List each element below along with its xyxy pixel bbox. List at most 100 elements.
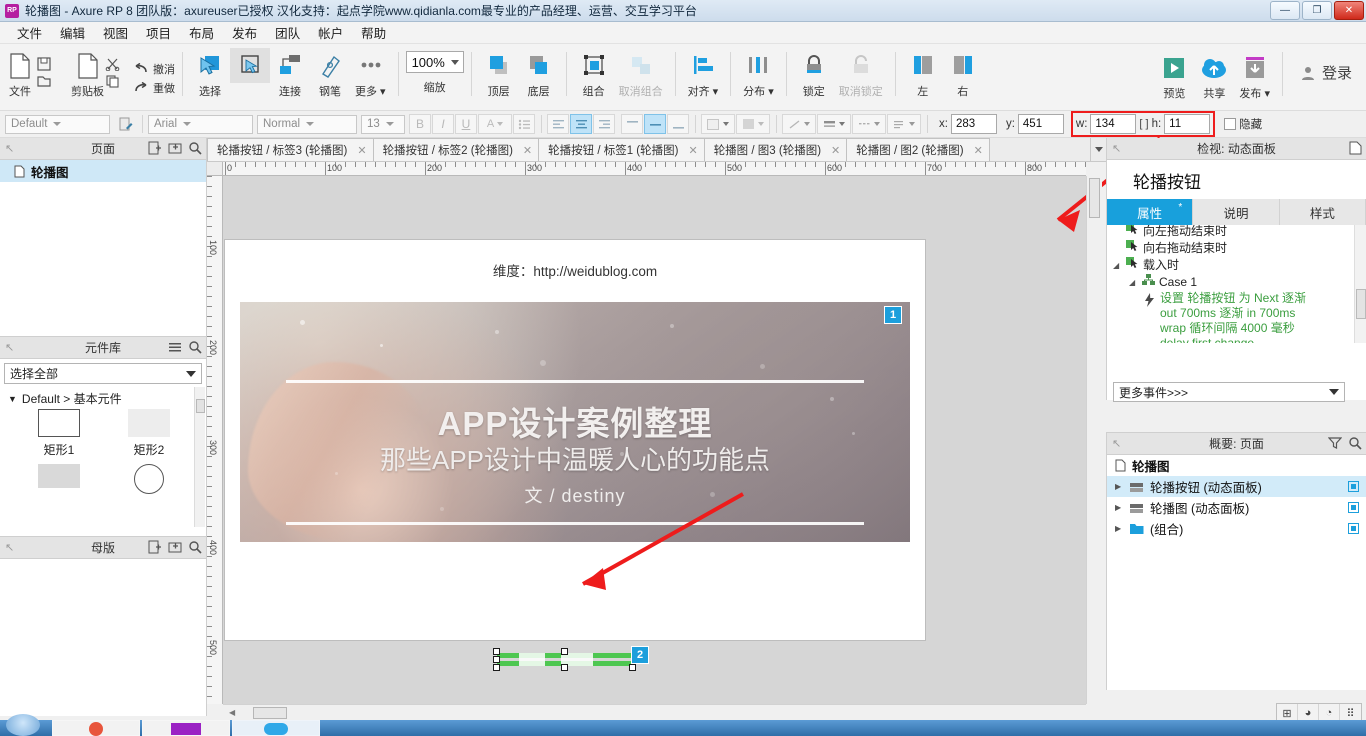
expander-icon[interactable]: ◢ [1129, 274, 1138, 291]
right-panel-toggle-button[interactable]: 右 [943, 48, 983, 99]
send-to-back-button[interactable]: 底层 [519, 48, 559, 99]
page-sheet[interactable]: 维度：http://weidublog.com APP设计案例整理 那些APP设… [225, 240, 925, 671]
event-row-0[interactable]: 向左拖动结束时 [1113, 225, 1366, 240]
connect-tool-button[interactable]: 连接 [270, 48, 310, 99]
inspector-scroll-thumb[interactable] [1355, 289, 1366, 319]
canvas-vertical-scrollbar[interactable] [1086, 176, 1102, 704]
event-row-1[interactable]: 向右拖动结束时 [1113, 240, 1366, 257]
resize-handle-s[interactable] [561, 664, 568, 671]
resize-handle-sw[interactable] [493, 664, 500, 671]
close-icon[interactable]: ✕ [688, 144, 697, 157]
menu-view[interactable]: 视图 [94, 21, 137, 44]
marquee-tool-button[interactable] [230, 48, 270, 83]
taskbar-item-3[interactable] [232, 720, 320, 736]
resize-handle-se[interactable] [629, 664, 636, 671]
carousel-dot-1[interactable] [519, 653, 545, 666]
add-page-icon[interactable] [148, 141, 162, 155]
align-right-button[interactable] [593, 114, 615, 134]
resize-handle-nw[interactable] [493, 648, 500, 655]
undo-button[interactable]: 撤消 [133, 61, 175, 77]
pen-tool-button[interactable]: 钢笔 [310, 48, 350, 99]
align-button[interactable]: 对齐 ▾ [683, 48, 724, 99]
fill-color-button[interactable] [701, 114, 735, 134]
distribute-button[interactable]: 分布 ▾ [738, 48, 779, 99]
font-color-button[interactable]: A [478, 114, 512, 134]
action-row-0[interactable]: 设置 轮播按钮 为 Next 逐渐 out 700ms 逐渐 in 700ms … [1113, 291, 1366, 343]
underline-button[interactable]: U [455, 114, 477, 134]
widget-item-circle[interactable] [104, 464, 194, 494]
widget-group-header[interactable]: ▼ Default > 基本元件 [0, 384, 206, 409]
tab-overflow-button[interactable] [1090, 138, 1106, 161]
menu-team[interactable]: 团队 [266, 21, 309, 44]
resize-handle-n[interactable] [561, 648, 568, 655]
widget-library-select[interactable]: 选择全部 [4, 363, 202, 384]
close-icon[interactable]: ✕ [974, 144, 983, 157]
more-tools-button[interactable]: 更多 ▾ [350, 48, 391, 99]
style-select[interactable]: Default [5, 114, 110, 134]
page-item-0[interactable]: 轮播图 [0, 160, 206, 182]
tab-0[interactable]: 轮播按钮 / 标签3 (轮播图) ✕ [207, 138, 374, 161]
widget-item-rect3[interactable] [14, 464, 104, 494]
carousel-button-widget[interactable]: 2 [493, 646, 649, 671]
collapse-arrow-icon[interactable]: ↖ [5, 142, 14, 155]
scroll-left-icon[interactable]: ◀ [229, 708, 235, 717]
case-row-0[interactable]: ◢ Case 1 [1113, 274, 1366, 291]
expander-icon[interactable]: ▶ [1115, 482, 1124, 491]
resize-handle-w[interactable] [493, 656, 500, 663]
maximize-button[interactable]: ❐ [1302, 1, 1332, 20]
group-button[interactable]: 组合 [574, 48, 614, 99]
expander-icon[interactable]: ◢ [1113, 257, 1122, 274]
align-left-button[interactable] [547, 114, 569, 134]
menu-help[interactable]: 帮助 [352, 21, 395, 44]
menu-account[interactable]: 帐户 [309, 21, 352, 44]
menu-edit[interactable]: 编辑 [51, 21, 94, 44]
collapse-arrow-icon[interactable]: ↖ [5, 341, 14, 354]
start-orb-icon[interactable] [6, 714, 40, 736]
filter-icon[interactable] [1328, 436, 1342, 450]
search-icon[interactable] [188, 141, 202, 155]
badge-slide-1[interactable]: 1 [884, 306, 902, 324]
close-icon[interactable]: ✕ [523, 144, 532, 157]
align-center-button[interactable] [570, 114, 592, 134]
close-icon[interactable]: ✕ [357, 144, 366, 157]
bullet-list-button[interactable] [513, 114, 535, 134]
outline-row-2[interactable]: ▶ (组合) [1107, 518, 1366, 539]
bold-button[interactable]: B [409, 114, 431, 134]
expander-icon[interactable]: ▶ [1115, 503, 1124, 512]
line-dash-button[interactable] [852, 114, 886, 134]
menu-layout[interactable]: 布局 [180, 21, 223, 44]
tab-4[interactable]: 轮播图 / 图2 (轮播图) ✕ [846, 138, 990, 161]
redo-button[interactable]: 重做 [133, 80, 175, 96]
file-tool-button[interactable]: 文件 [0, 48, 40, 99]
font-weight-select[interactable]: Normal [257, 114, 357, 134]
share-button[interactable]: 共享 [1194, 50, 1234, 101]
page-note-icon[interactable] [1349, 141, 1362, 155]
event-row-2[interactable]: ◢ 载入时 [1113, 257, 1366, 274]
menu-file[interactable]: 文件 [8, 21, 51, 44]
taskbar-item-1[interactable] [52, 720, 140, 736]
publish-button[interactable]: 发布 ▾ [1234, 50, 1275, 101]
login-button[interactable]: 登录 [1300, 62, 1352, 83]
design-canvas[interactable]: 维度：http://weidublog.com APP设计案例整理 那些APP设… [223, 176, 1086, 704]
collapse-arrow-icon[interactable]: ↖ [1112, 142, 1121, 155]
tab-properties[interactable]: 属性 * [1107, 199, 1194, 225]
link-ratio-icon[interactable]: [ ] [1139, 118, 1148, 130]
vscroll-thumb[interactable] [1089, 178, 1100, 218]
inspector-scrollbar[interactable] [1354, 225, 1366, 343]
left-panel-toggle-button[interactable]: 左 [903, 48, 943, 99]
w-input[interactable]: 134 [1090, 114, 1137, 134]
widgets-scroll-thumb[interactable] [195, 399, 205, 413]
taskbar-item-2[interactable] [142, 720, 230, 736]
hscroll-thumb[interactable] [253, 706, 288, 719]
font-size-select[interactable]: 13 [361, 114, 405, 134]
widget-item-rect2[interactable]: 矩形2 [104, 409, 194, 458]
tab-2[interactable]: 轮播按钮 / 标签1 (轮播图) ✕ [538, 138, 705, 161]
interactions-tree[interactable]: 向左拖动结束时 向右拖动结束时 ◢ 载入时 ◢ Case 1 设置 轮播按钮 为 [1107, 225, 1366, 343]
tab-3[interactable]: 轮播图 / 图3 (轮播图) ✕ [703, 138, 848, 161]
zoom-input[interactable]: 100% [405, 51, 464, 73]
tab-notes[interactable]: 说明 [1193, 199, 1280, 225]
hidden-checkbox[interactable] [1224, 118, 1237, 130]
carousel-slide[interactable]: APP设计案例整理 那些APP设计中温暖人心的功能点 文 / destiny [240, 302, 910, 542]
tab-style[interactable]: 样式 [1279, 199, 1366, 225]
collapse-arrow-icon[interactable]: ↖ [5, 541, 14, 554]
